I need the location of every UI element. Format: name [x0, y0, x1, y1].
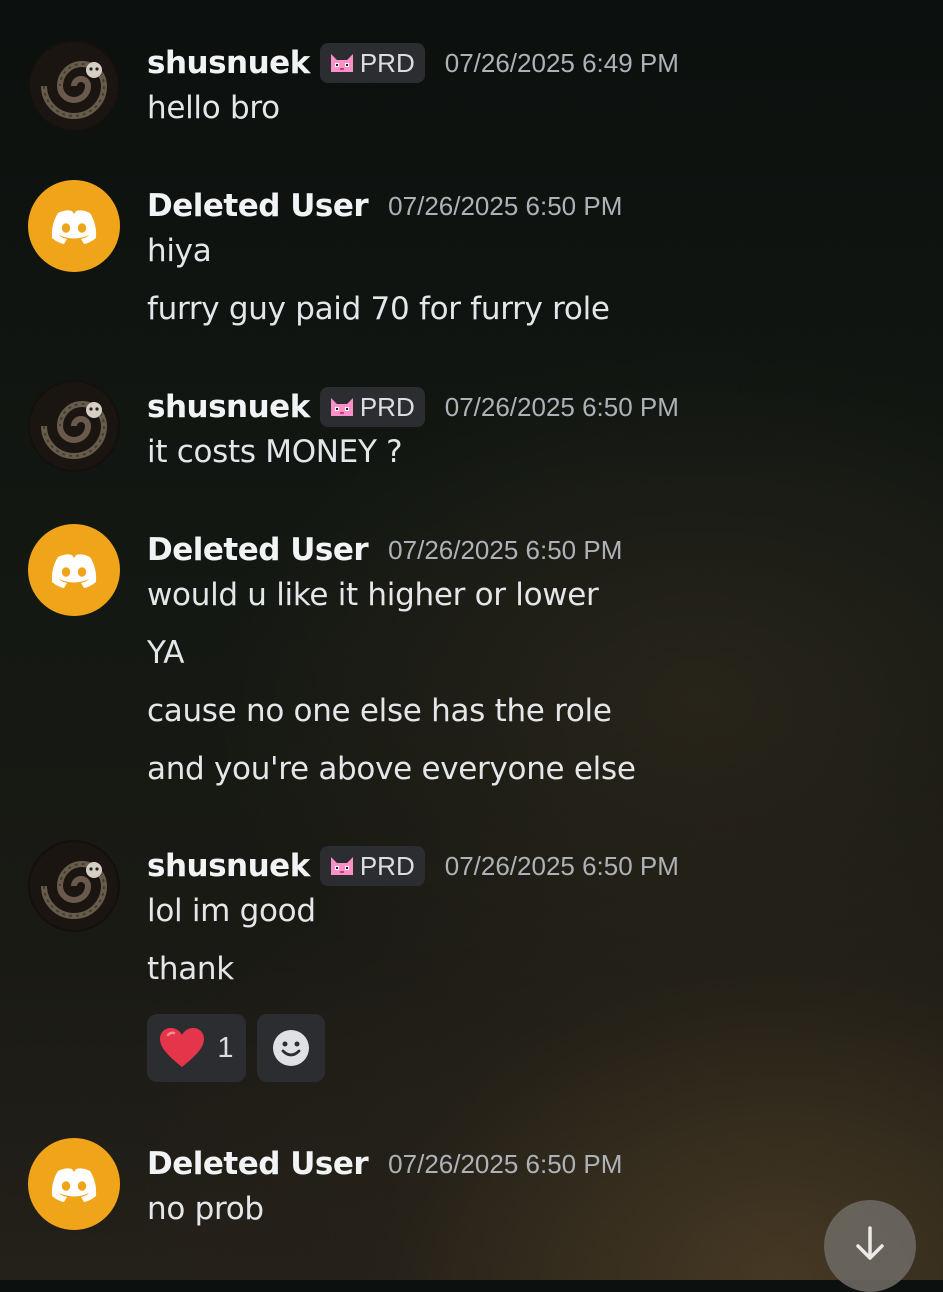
heart-reaction[interactable]: 1 — [147, 1014, 246, 1082]
message-text[interactable]: it costs MONEY ? — [147, 434, 403, 470]
message-list[interactable]: shusnuek PRD 07/26/2025 6:49 PM hello br… — [0, 0, 943, 1292]
username[interactable]: Deleted User — [147, 188, 369, 224]
message-text[interactable]: hiya — [147, 233, 212, 269]
pink-cat-icon — [330, 398, 353, 416]
timestamp: 07/26/2025 6:49 PM — [444, 47, 679, 78]
avatar[interactable] — [28, 840, 120, 932]
message-header: shusnuek PRD 07/26/2025 6:50 PM — [147, 384, 679, 430]
timestamp: 07/26/2025 6:50 PM — [444, 850, 679, 881]
avatar[interactable] — [28, 180, 120, 272]
server-tag[interactable]: PRD — [319, 387, 425, 427]
smile-add-reaction-icon — [273, 1030, 309, 1066]
username[interactable]: shusnuek — [147, 45, 310, 81]
message-header: shusnuek PRD 07/26/2025 6:50 PM — [147, 843, 679, 889]
message-text[interactable]: furry guy paid 70 for furry role — [147, 291, 610, 327]
snail-shell-avatar-icon — [30, 842, 118, 930]
arrow-down-icon — [856, 1226, 884, 1260]
message-text[interactable]: cause no one else has the role — [147, 693, 612, 729]
message-header: Deleted User 07/26/2025 6:50 PM — [147, 1141, 622, 1187]
username[interactable]: shusnuek — [147, 389, 310, 425]
heart-icon — [160, 1028, 205, 1067]
message-header: shusnuek PRD 07/26/2025 6:49 PM — [147, 40, 679, 86]
jump-to-bottom-button[interactable] — [824, 1200, 916, 1292]
pink-cat-icon — [330, 857, 353, 875]
timestamp: 07/26/2025 6:50 PM — [388, 190, 623, 221]
discord-logo-icon — [51, 210, 97, 244]
message-text[interactable]: YA — [147, 635, 184, 671]
timestamp: 07/26/2025 6:50 PM — [388, 1148, 623, 1179]
message-text[interactable]: no prob — [147, 1191, 264, 1227]
avatar[interactable] — [28, 524, 120, 616]
add-reaction-button[interactable] — [257, 1014, 325, 1082]
message-text[interactable]: lol im good — [147, 893, 316, 929]
username[interactable]: Deleted User — [147, 1146, 369, 1182]
snail-shell-avatar-icon — [30, 42, 118, 130]
server-tag-label: PRD — [359, 47, 415, 78]
reactions-bar: 1 — [147, 1014, 336, 1082]
username[interactable]: shusnuek — [147, 848, 310, 884]
message-text[interactable]: hello bro — [147, 90, 280, 126]
timestamp: 07/26/2025 6:50 PM — [444, 391, 679, 422]
avatar[interactable] — [28, 1138, 120, 1230]
discord-logo-icon — [51, 1168, 97, 1202]
snail-shell-avatar-icon — [30, 382, 118, 470]
discord-logo-icon — [51, 554, 97, 588]
avatar[interactable] — [28, 40, 120, 132]
pink-cat-icon — [330, 54, 353, 72]
message-text[interactable]: thank — [147, 951, 234, 987]
message-text[interactable]: would u like it higher or lower — [147, 577, 599, 613]
username[interactable]: Deleted User — [147, 532, 369, 568]
reaction-count: 1 — [217, 1031, 234, 1064]
message-header: Deleted User 07/26/2025 6:50 PM — [147, 183, 622, 229]
server-tag-label: PRD — [359, 391, 415, 422]
server-tag[interactable]: PRD — [319, 846, 425, 886]
timestamp: 07/26/2025 6:50 PM — [388, 534, 623, 565]
server-tag-label: PRD — [359, 850, 415, 881]
server-tag[interactable]: PRD — [319, 43, 425, 83]
avatar[interactable] — [28, 380, 120, 472]
message-header: Deleted User 07/26/2025 6:50 PM — [147, 527, 622, 573]
message-text[interactable]: and you're above everyone else — [147, 751, 636, 787]
